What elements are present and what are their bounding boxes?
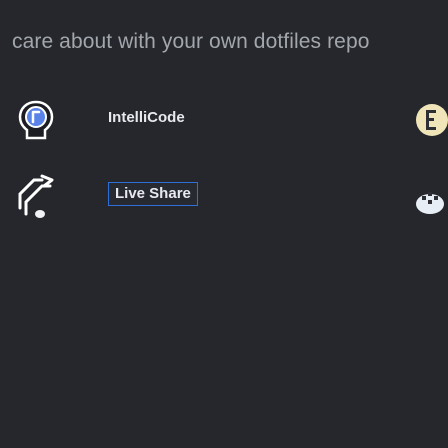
section-heading: care about with your own dotfiles repo xyxy=(12,30,370,53)
partial-extension-icon xyxy=(412,100,448,145)
live-share-arrow-icon xyxy=(12,172,60,220)
extension-item-intellicode[interactable]: IntelliCode xyxy=(0,96,448,144)
extension-name: IntelliCode xyxy=(108,109,185,126)
extension-item-live-share[interactable]: Live Share xyxy=(0,172,448,220)
intellicode-bulb-icon xyxy=(12,96,60,144)
extension-name: Live Share xyxy=(108,182,198,206)
partial-extension-icon xyxy=(410,182,446,221)
